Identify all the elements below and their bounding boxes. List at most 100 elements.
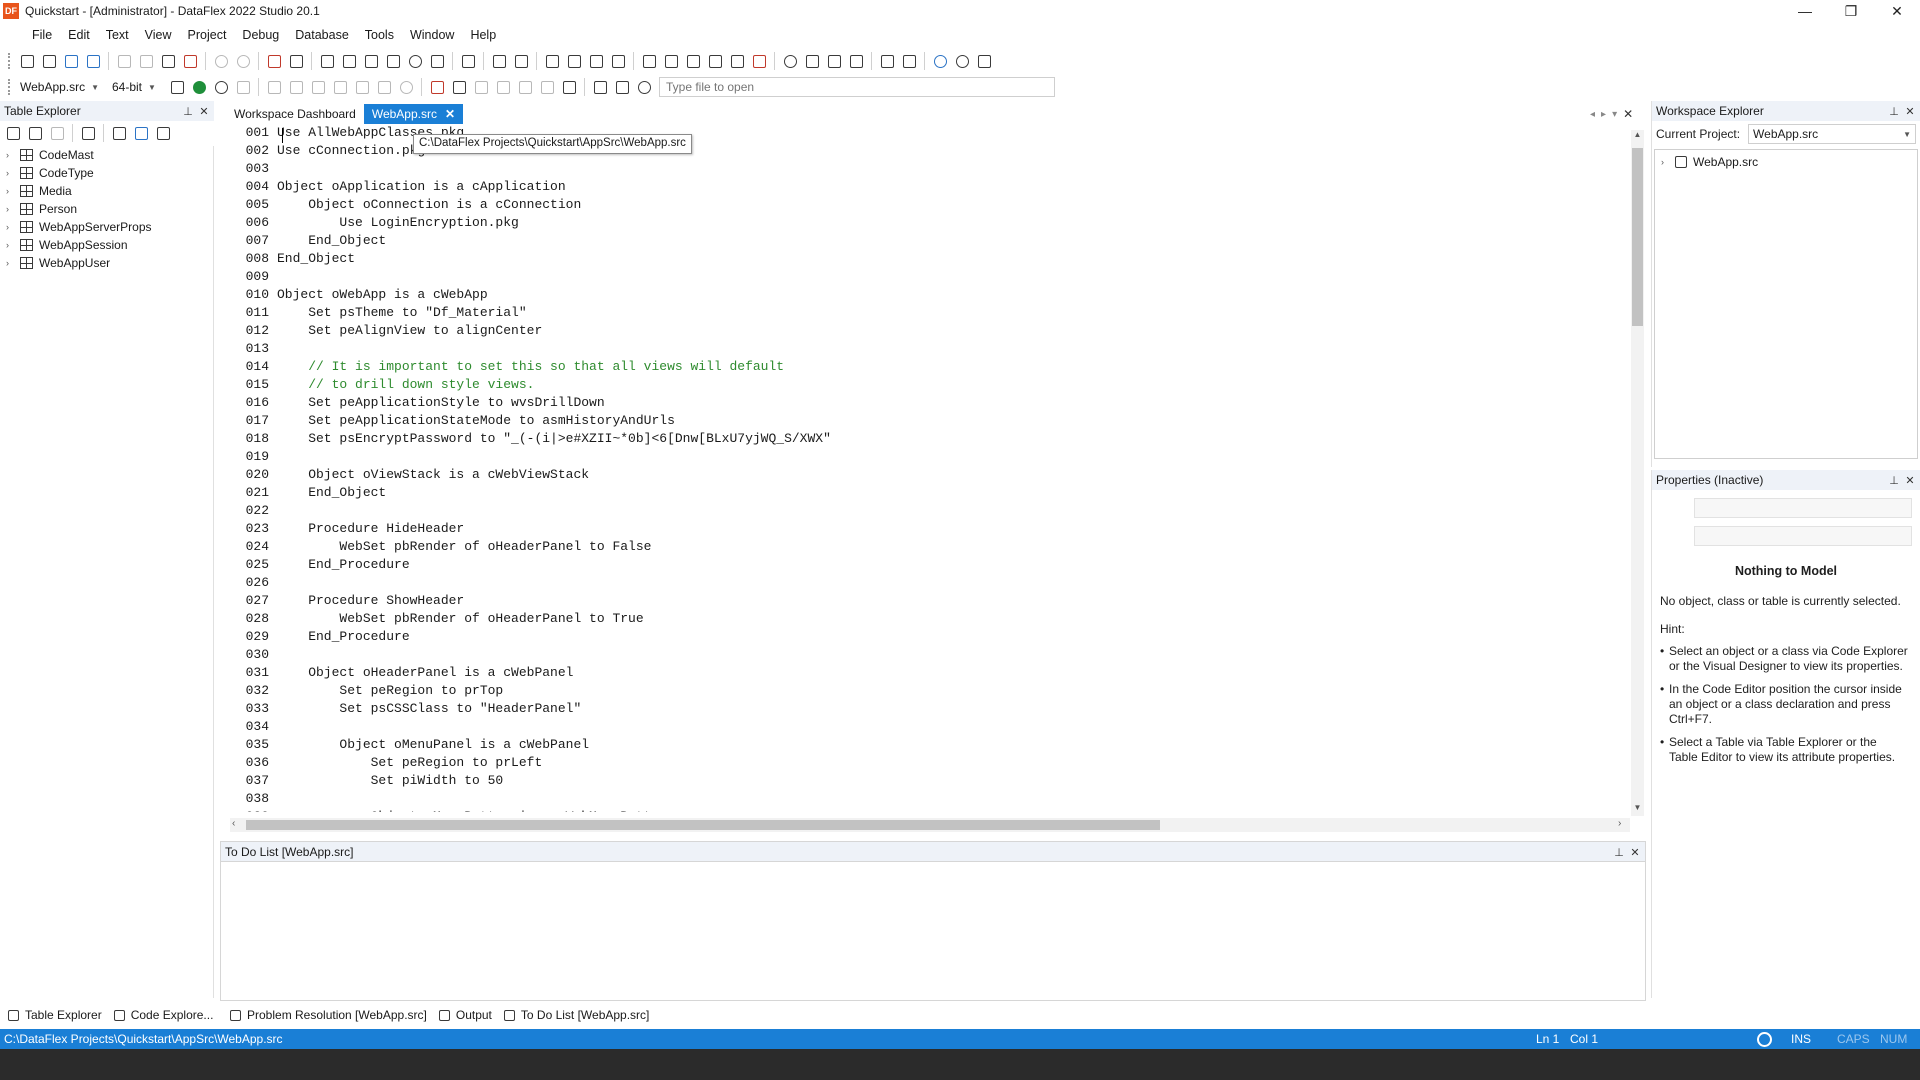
code-line[interactable]: 032 Set peRegion to prTop [220,682,1644,700]
code-editor[interactable]: 001 Use AllWebAppClasses.pkg 002 Use cConne… [220,124,1644,812]
menu-project[interactable]: Project [180,25,235,45]
refresh-tables-icon[interactable] [77,122,99,144]
replace-icon[interactable] [845,50,867,72]
code-line[interactable]: 012 Set peAlignView to alignCenter [220,322,1644,340]
scroll-right-icon[interactable]: › [1618,818,1621,829]
pause-icon[interactable] [210,76,232,98]
layout-icon[interactable] [589,76,611,98]
expand-icon[interactable]: › [6,186,16,196]
find-icon[interactable] [779,50,801,72]
bookmark-toggle-icon[interactable] [748,50,770,72]
code-line[interactable]: 014 // It is important to set this so th… [220,358,1644,376]
step-over-icon[interactable] [263,76,285,98]
restart-icon[interactable] [373,76,395,98]
tools-icon[interactable] [876,50,898,72]
code-line[interactable]: 010 Object oWebApp is a cWebApp [220,286,1644,304]
code-line[interactable]: 007 End_Object [220,232,1644,250]
close-tab-icon[interactable]: ✕ [445,107,455,121]
run-icon[interactable] [488,50,510,72]
expand-icon[interactable]: › [6,204,16,214]
new-table-icon[interactable] [2,122,24,144]
code-line[interactable]: 036 Set peRegion to prLeft [220,754,1644,772]
code-line[interactable]: 015 // to drill down style views. [220,376,1644,394]
delete-icon[interactable] [179,50,201,72]
code-line[interactable]: 026 [220,574,1644,592]
form-icon[interactable] [338,50,360,72]
web-icon[interactable] [404,50,426,72]
locals-icon[interactable] [470,76,492,98]
code-line[interactable]: 031 Object oHeaderPanel is a cWebPanel [220,664,1644,682]
help-icon[interactable] [929,50,951,72]
code-line[interactable]: 003 [220,160,1644,178]
refresh-icon[interactable] [951,50,973,72]
breakpoint-icon[interactable] [426,76,448,98]
menu-help[interactable]: Help [462,25,504,45]
code-line[interactable]: 005 Object oConnection is a cConnection [220,196,1644,214]
tab-output[interactable]: Output [433,1005,498,1025]
code-line[interactable]: 038 [220,790,1644,808]
compile-icon[interactable] [457,50,479,72]
export-icon[interactable] [585,50,607,72]
expand-icon[interactable]: › [1661,157,1671,167]
report-icon[interactable] [382,50,404,72]
close-icon[interactable]: ✕ [1902,472,1918,488]
tab-table-explorer[interactable]: Table Explorer [2,1005,108,1025]
tree-item-media[interactable]: › Media [0,182,213,200]
tab-workspace-dashboard[interactable]: Workspace Dashboard [226,104,364,124]
tree-item-person[interactable]: › Person [0,200,213,218]
code-line[interactable]: 016 Set peApplicationStyle to wvsDrillDo… [220,394,1644,412]
redo-icon[interactable] [232,50,254,72]
close-window-button[interactable]: ✕ [1874,0,1920,22]
grid-icon[interactable] [360,50,382,72]
tree-item-webappsession[interactable]: › WebAppSession [0,236,213,254]
table-icon[interactable] [611,76,633,98]
code-line[interactable]: 023 Procedure HideHeader [220,520,1644,538]
options-icon[interactable] [898,50,920,72]
tree-item-codetype[interactable]: › CodeType [0,164,213,182]
find-next-icon[interactable] [823,50,845,72]
scroll-up-icon[interactable]: ▲ [1632,130,1643,139]
view-icon[interactable] [316,50,338,72]
cut-icon[interactable] [113,50,135,72]
tree-item-codemast[interactable]: › CodeMast [0,146,213,164]
bookmark-icon[interactable] [660,50,682,72]
tab-webapp-src[interactable]: WebApp.src ✕ [363,104,464,124]
code-line[interactable]: 028 WebSet pbRender of oHeaderPanel to T… [220,610,1644,628]
play-dim-icon[interactable] [232,76,254,98]
table-list-icon[interactable] [24,122,46,144]
pin-icon[interactable]: ⊥ [180,103,196,119]
expand-icon[interactable]: › [6,258,16,268]
step-into-icon[interactable] [285,76,307,98]
tab-problem-resolution[interactable]: Problem Resolution [WebApp.src] [224,1005,433,1025]
code-line[interactable]: 030 [220,646,1644,664]
threads-icon[interactable] [536,76,558,98]
close-icon[interactable]: ✕ [196,103,212,119]
scroll-left-icon[interactable]: ‹ [232,818,235,829]
expand-icon[interactable]: › [6,168,16,178]
bookmark-clear-icon[interactable] [726,50,748,72]
menu-file[interactable]: File [24,25,60,45]
trace-icon[interactable] [514,76,536,98]
tab-todo-list[interactable]: To Do List [WebApp.src] [497,1005,656,1025]
list-icon[interactable] [558,76,580,98]
code-line[interactable]: 008 End_Object [220,250,1644,268]
tab-code-explorer[interactable]: Code Explore... [108,1005,220,1025]
scroll-tabs-left-icon[interactable]: ◂ [1590,109,1595,120]
pin-icon[interactable]: ⊥ [1886,103,1902,119]
save-all-icon[interactable] [82,50,104,72]
table-props-icon[interactable] [46,122,68,144]
menu-debug[interactable]: Debug [234,25,287,45]
query-icon[interactable] [633,76,655,98]
pin-icon[interactable]: ⊥ [1611,844,1627,860]
watch-icon[interactable] [351,76,373,98]
code-line[interactable]: 013 [220,340,1644,358]
menu-database[interactable]: Database [287,25,357,45]
restore-button[interactable]: ❐ [1828,0,1874,22]
paste-icon[interactable] [157,50,179,72]
tree-item-webappuser[interactable]: › WebAppUser [0,254,213,272]
code-line[interactable]: 021 End_Object [220,484,1644,502]
code-line[interactable]: 033 Set psCSSClass to "HeaderPanel" [220,700,1644,718]
code-line[interactable]: 034 [220,718,1644,736]
expand-icon[interactable]: › [6,222,16,232]
code-line[interactable]: 019 [220,448,1644,466]
